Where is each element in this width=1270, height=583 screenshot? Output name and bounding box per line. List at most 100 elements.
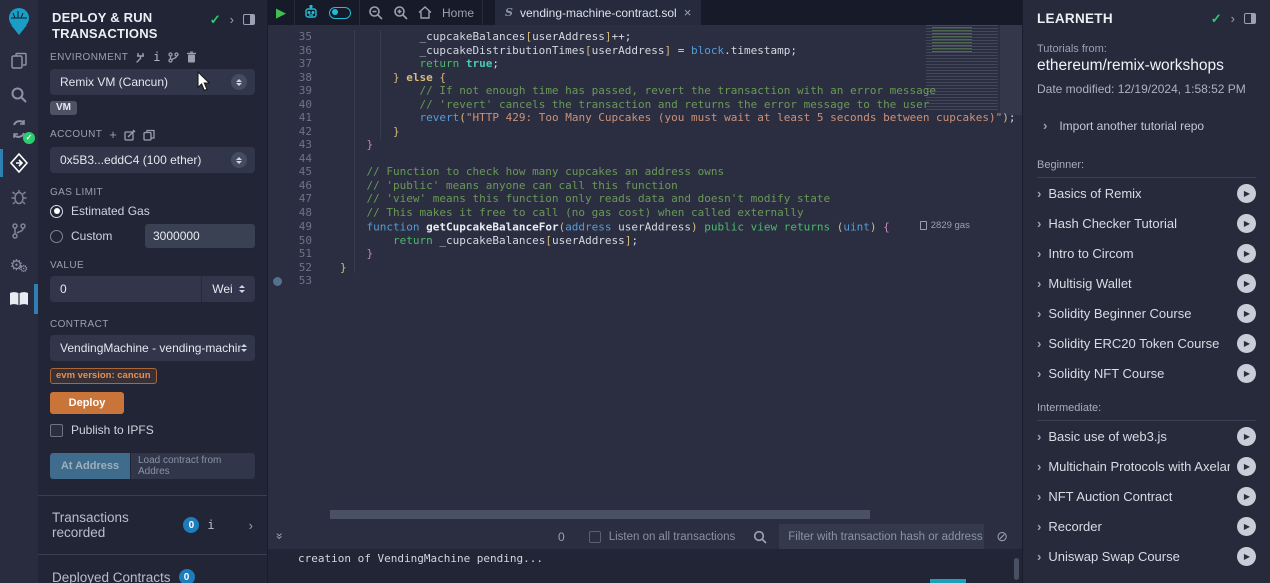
remix-logo-icon[interactable]	[0, 0, 38, 44]
custom-gas-option[interactable]: Custom 3000000	[50, 224, 255, 248]
terminal-scrollbar[interactable]	[1014, 558, 1019, 580]
transactions-expand-icon[interactable]: ›	[249, 518, 253, 533]
tutorial-item[interactable]: ›Solidity NFT Course▶	[1037, 358, 1256, 388]
learneth-icon[interactable]	[0, 282, 38, 316]
tutorial-item[interactable]: ›Solidity Beginner Course▶	[1037, 298, 1256, 328]
copy-account-icon[interactable]	[143, 129, 155, 141]
zoom-in-icon[interactable]	[393, 5, 408, 20]
line-number: 39	[286, 84, 312, 98]
editor-minimap[interactable]	[926, 25, 998, 111]
tutorial-play-button[interactable]: ▶	[1237, 487, 1256, 506]
code-area[interactable]: 35 _cupcakeBalances[userAddress]++;36 _c…	[268, 25, 1022, 288]
code-editor[interactable]: 35 _cupcakeBalances[userAddress]++;36 _c…	[268, 25, 1022, 524]
delete-environment-icon[interactable]	[186, 51, 197, 63]
remix-ai-icon[interactable]	[303, 5, 319, 20]
at-address-button[interactable]: At Address	[50, 453, 130, 479]
tutorial-play-button[interactable]: ▶	[1237, 364, 1256, 383]
tutorial-play-button[interactable]: ▶	[1237, 304, 1256, 323]
tutorial-item[interactable]: ›NFT Auction Contract▶	[1037, 481, 1256, 511]
panel-title: DEPLOY & RUN TRANSACTIONS	[52, 10, 210, 42]
contract-select[interactable]: VendingMachine - vending-machin	[50, 335, 255, 361]
search-icon[interactable]	[0, 78, 38, 112]
clear-console-icon[interactable]: ⊘	[996, 528, 1008, 545]
learneth-collapse-icon[interactable]: ›	[1231, 11, 1235, 26]
tutorial-play-button[interactable]: ▶	[1237, 457, 1256, 476]
terminal-output[interactable]: creation of VendingMachine pending...	[268, 549, 1022, 583]
tutorial-item[interactable]: › Hash Checker Tutorial ▶	[1037, 208, 1256, 238]
environment-select[interactable]: Remix VM (Cancun)	[50, 69, 255, 95]
learneth-pin-icon[interactable]	[1244, 13, 1256, 24]
tutorial-item[interactable]: ›Uniswap Swap Course▶	[1037, 541, 1256, 571]
run-script-icon[interactable]: ▶	[276, 5, 286, 21]
deploy-run-icon[interactable]	[0, 146, 38, 180]
publish-ipfs-option[interactable]: Publish to IPFS	[50, 423, 255, 437]
breakpoint-gutter[interactable]	[268, 277, 286, 286]
panel-collapse-icon[interactable]: ›	[230, 12, 234, 27]
tutorial-play-button[interactable]: ▶	[1237, 274, 1256, 293]
terminal-filter-input[interactable]: Filter with transaction hash or address	[779, 524, 984, 549]
tutorial-item[interactable]: ›Recorder▶	[1037, 511, 1256, 541]
ai-copilot-toggle[interactable]	[329, 7, 351, 19]
tutorial-item[interactable]: ›Multisig Wallet▶	[1037, 268, 1256, 298]
code-line: 38 } else {	[268, 71, 1022, 85]
pin-panel-icon[interactable]	[243, 14, 255, 25]
tutorial-item[interactable]: ›Basic use of web3.js▶	[1037, 421, 1256, 451]
debugger-icon[interactable]	[0, 180, 38, 214]
tutorial-item-label: Hash Checker Tutorial	[1048, 216, 1230, 231]
add-account-icon[interactable]: +	[109, 127, 117, 142]
terminal-collapse-icon[interactable]: «	[271, 534, 285, 539]
tutorial-item[interactable]: ›Intro to Circom▶	[1037, 238, 1256, 268]
editor-tab-active[interactable]: S vending-machine-contract.sol ×	[495, 0, 701, 25]
tutorial-item[interactable]: ›Multichain Protocols with Axelar▶	[1037, 451, 1256, 481]
tutorial-play-button[interactable]: ▶	[1237, 427, 1256, 446]
editor-tabbar: ▶ Home S vending-machine-contract.sol ×	[268, 0, 1022, 25]
tab-close-icon[interactable]: ×	[684, 5, 692, 20]
tutorial-play-button[interactable]: ▶	[1237, 517, 1256, 536]
home-icon[interactable]	[418, 6, 432, 19]
custom-gas-input[interactable]: 3000000	[145, 224, 255, 248]
tutorial-item[interactable]: ›Solidity ERC20 Token Course▶	[1037, 328, 1256, 358]
debug-button[interactable]	[930, 579, 966, 583]
value-input[interactable]: 0	[50, 282, 201, 296]
tutorial-item[interactable]: ›Basics of Remix▶	[1037, 178, 1256, 208]
gas-icon	[920, 221, 927, 230]
file-explorer-icon[interactable]	[0, 44, 38, 78]
environment-info-icon[interactable]: i	[153, 50, 161, 64]
at-address-input[interactable]: Load contract from Addres	[131, 453, 255, 479]
custom-gas-radio[interactable]	[50, 230, 63, 243]
fork-environment-icon[interactable]	[168, 52, 179, 63]
chevron-right-icon: ›	[1037, 216, 1041, 231]
transactions-recorded-row[interactable]: Transactions recorded 0 i ›	[38, 496, 267, 554]
estimated-gas-radio[interactable]	[50, 205, 63, 218]
tutorial-section-label: Intermediate:	[1037, 402, 1256, 421]
settings-icon[interactable]: ⚙⚙	[0, 248, 38, 282]
solidity-compiler-icon[interactable]: ✓	[0, 112, 38, 146]
breakpoint-dot[interactable]	[273, 277, 282, 286]
plug-icon[interactable]	[135, 52, 146, 63]
tutorial-play-button[interactable]: ▶	[1237, 214, 1256, 233]
editor-vertical-scrollbar[interactable]	[1000, 25, 1022, 115]
tutorial-play-button[interactable]: ▶	[1237, 184, 1256, 203]
publish-ipfs-checkbox[interactable]	[50, 424, 63, 437]
estimated-gas-option[interactable]: Estimated Gas	[50, 204, 255, 218]
editor-horizontal-scrollbar[interactable]	[330, 510, 870, 519]
chevron-right-icon: ›	[1037, 186, 1041, 201]
line-number: 41	[286, 111, 312, 125]
value-unit-select[interactable]: Wei	[201, 276, 255, 302]
zoom-out-icon[interactable]	[368, 5, 383, 20]
import-repo-row[interactable]: › Import another tutorial repo	[1037, 118, 1256, 133]
tutorial-play-button[interactable]: ▶	[1237, 244, 1256, 263]
account-select[interactable]: 0x5B3...eddC4 (100 ether)	[50, 147, 255, 173]
listen-all-checkbox[interactable]	[589, 531, 601, 543]
tutorial-play-button[interactable]: ▶	[1237, 334, 1256, 353]
home-tab[interactable]: Home	[442, 6, 474, 20]
transactions-info-icon[interactable]: i	[207, 518, 214, 532]
git-icon[interactable]	[0, 214, 38, 248]
learneth-check-icon: ✓	[1211, 11, 1222, 27]
sign-message-icon[interactable]	[124, 129, 136, 141]
tutorial-play-button[interactable]: ▶	[1237, 547, 1256, 566]
terminal-search-icon[interactable]	[753, 530, 767, 544]
deploy-button[interactable]: Deploy	[50, 392, 124, 414]
deployed-contracts-row[interactable]: Deployed Contracts 0	[38, 555, 267, 583]
line-number: 53	[286, 274, 312, 288]
